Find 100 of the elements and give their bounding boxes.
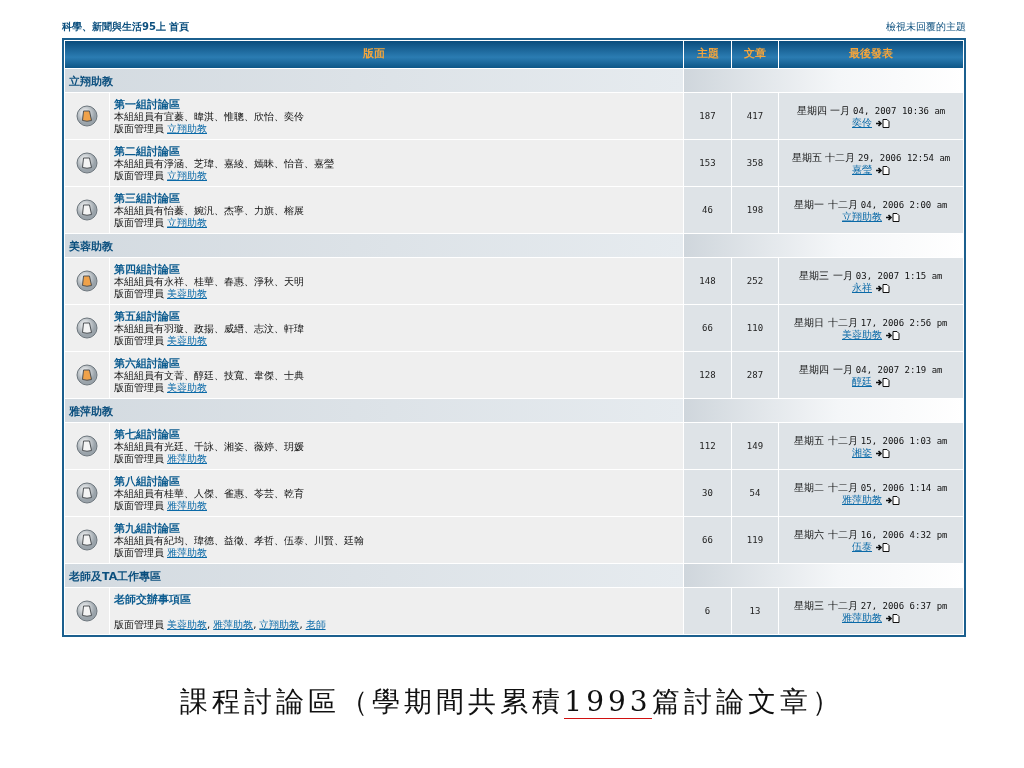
- arrow-page-icon[interactable]: [876, 448, 890, 458]
- moderator-label: 版面管理員: [114, 335, 164, 347]
- arrow-page-icon[interactable]: [886, 330, 900, 340]
- post-count: 13: [732, 588, 778, 634]
- forum-description: 本組組員有宜蓁、暐淇、惟聰、欣怡、奕伶: [114, 111, 305, 123]
- last-post-author-link[interactable]: 立翔助教: [842, 211, 882, 223]
- forum-title-link[interactable]: 第六組討論區: [114, 358, 180, 370]
- category-title: 立翔助教: [69, 74, 113, 88]
- forum-title-link[interactable]: 第三組討論區: [114, 193, 180, 205]
- forum-description: 本組組員有怡蓁、婉汎、杰寧、力旗、榕展: [114, 205, 305, 217]
- topic-count: 6: [684, 588, 731, 634]
- breadcrumb-link[interactable]: 科學、新聞與生活95上 首頁: [62, 19, 190, 34]
- forum-title-link[interactable]: 第九組討論區: [114, 523, 180, 535]
- last-post-author-link[interactable]: 雅萍助教: [842, 612, 882, 624]
- post-count: 287: [732, 352, 778, 398]
- post-count: 252: [732, 258, 778, 304]
- moderator-label: 版面管理員: [114, 382, 164, 394]
- forum-description: 本組組員有永祥、桂華、春惠、淨秋、天明: [114, 276, 305, 288]
- last-post-author-link[interactable]: 嘉瑩: [852, 164, 872, 176]
- forum-title-link[interactable]: 第四組討論區: [114, 264, 180, 276]
- moderator-label: 版面管理員: [114, 453, 164, 465]
- arrow-page-icon[interactable]: [876, 283, 890, 293]
- forum-title-link[interactable]: 第二組討論區: [114, 146, 180, 158]
- last-post-date: 星期三 一月 03, 2007 1:15 am: [799, 270, 943, 282]
- forum-title-link[interactable]: 老師交辦事項區: [114, 593, 191, 606]
- topic-count: 148: [684, 258, 731, 304]
- arrow-page-icon[interactable]: [876, 542, 890, 552]
- column-header: 文章: [732, 41, 778, 68]
- moderator-label: 版面管理員: [114, 500, 164, 512]
- moderator-link[interactable]: 立翔助教: [167, 217, 207, 229]
- last-post-author-link[interactable]: 湘姿: [852, 447, 872, 459]
- arrow-page-icon[interactable]: [876, 165, 890, 175]
- arrow-page-icon[interactable]: [876, 118, 890, 128]
- forum-title-link[interactable]: 第七組討論區: [114, 429, 180, 441]
- column-header: 最後發表: [779, 41, 963, 68]
- forum-title-link[interactable]: 第五組討論區: [114, 311, 180, 323]
- unanswered-topics-link[interactable]: 檢視未回覆的主題: [886, 19, 966, 34]
- moderator-link[interactable]: 美蓉助教: [167, 335, 207, 347]
- topic-count: 66: [684, 517, 731, 563]
- last-post-date: 星期四 一月 04, 2007 2:19 am: [799, 364, 943, 376]
- forum-description: 本組組員有光廷、千詠、湘姿、薇婷、玥媛: [114, 441, 305, 453]
- list-separator: ,: [253, 618, 257, 631]
- arrow-page-icon[interactable]: [876, 377, 890, 387]
- moderator-link[interactable]: 美蓉助教: [167, 618, 207, 631]
- moderator-link[interactable]: 雅萍助教: [167, 500, 207, 512]
- last-post-date: 星期五 十二月 15, 2006 1:03 am: [794, 435, 948, 447]
- arrow-page-icon[interactable]: [886, 495, 900, 505]
- forum-description: 本組組員有桂華、人傑、雀惠、苓芸、乾育: [114, 488, 305, 500]
- post-count: 54: [732, 470, 778, 516]
- moderator-label: 版面管理員: [114, 618, 164, 631]
- last-post-author-link[interactable]: 美蓉助教: [842, 329, 882, 341]
- last-post-author-link[interactable]: 奕伶: [852, 117, 872, 129]
- last-post-date: 星期三 十二月 27, 2006 6:37 pm: [794, 600, 948, 612]
- post-count: 417: [732, 93, 778, 139]
- moderator-link[interactable]: 雅萍助教: [167, 547, 207, 559]
- last-post-author-link[interactable]: 伍泰: [852, 541, 872, 553]
- moderator-link[interactable]: 雅萍助教: [167, 453, 207, 465]
- topic-count: 66: [684, 305, 731, 351]
- last-post-author-link[interactable]: 醇廷: [852, 376, 872, 388]
- column-header: 版面: [65, 41, 683, 68]
- last-post-date: 星期四 一月 04, 2007 10:36 am: [796, 105, 946, 117]
- post-count: 358: [732, 140, 778, 186]
- last-post-author-link[interactable]: 永祥: [852, 282, 872, 294]
- last-post-date: 星期二 十二月 05, 2006 1:14 am: [794, 482, 948, 494]
- topic-count: 46: [684, 187, 731, 233]
- moderator-label: 版面管理員: [114, 217, 164, 229]
- forum-description: 本組組員有文菁、醇廷、技寬、韋傑、士典: [114, 370, 305, 382]
- last-post-date: 星期五 十二月 29, 2006 12:54 am: [791, 152, 951, 164]
- column-header: 主題: [684, 41, 731, 68]
- topic-count: 153: [684, 140, 731, 186]
- topic-count: 128: [684, 352, 731, 398]
- category-title: 雅萍助教: [69, 404, 113, 418]
- post-count: 110: [732, 305, 778, 351]
- list-separator: ,: [299, 618, 303, 631]
- forum-title-link[interactable]: 第一組討論區: [114, 99, 180, 111]
- moderator-link[interactable]: 美蓉助教: [167, 382, 207, 394]
- forum-title-link[interactable]: 第八組討論區: [114, 476, 180, 488]
- slide-caption: 課程討論區（學期間共累積 1993 篇討論文章）: [179, 684, 845, 721]
- moderator-label: 版面管理員: [114, 123, 164, 135]
- forum-description: 本組組員有紀均、瑋德、益徵、孝哲、伍泰、川賢、廷翰: [114, 535, 365, 547]
- category-title: 美蓉助教: [69, 239, 113, 253]
- moderator-link[interactable]: 美蓉助教: [167, 288, 207, 300]
- moderator-label: 版面管理員: [114, 288, 164, 300]
- topic-count: 30: [684, 470, 731, 516]
- list-separator: ,: [207, 618, 211, 631]
- arrow-page-icon[interactable]: [886, 613, 900, 623]
- moderator-link[interactable]: 立翔助教: [167, 170, 207, 182]
- post-count: 198: [732, 187, 778, 233]
- category-title: 老師及TA工作專區: [69, 569, 162, 583]
- moderator-label: 版面管理員: [114, 170, 164, 182]
- topic-count: 187: [684, 93, 731, 139]
- moderator-link[interactable]: 老師: [305, 618, 326, 631]
- last-post-date: 星期六 十二月 16, 2006 4:32 pm: [794, 529, 948, 541]
- moderator-link[interactable]: 立翔助教: [167, 123, 207, 135]
- moderator-label: 版面管理員: [114, 547, 164, 559]
- arrow-page-icon[interactable]: [886, 212, 900, 222]
- last-post-author-link[interactable]: 雅萍助教: [842, 494, 882, 506]
- forum-description: 本組組員有淨涵、芝瑋、嘉綾、嫣昧、怡音、嘉瑩: [114, 158, 335, 170]
- post-count: 119: [732, 517, 778, 563]
- topic-count: 112: [684, 423, 731, 469]
